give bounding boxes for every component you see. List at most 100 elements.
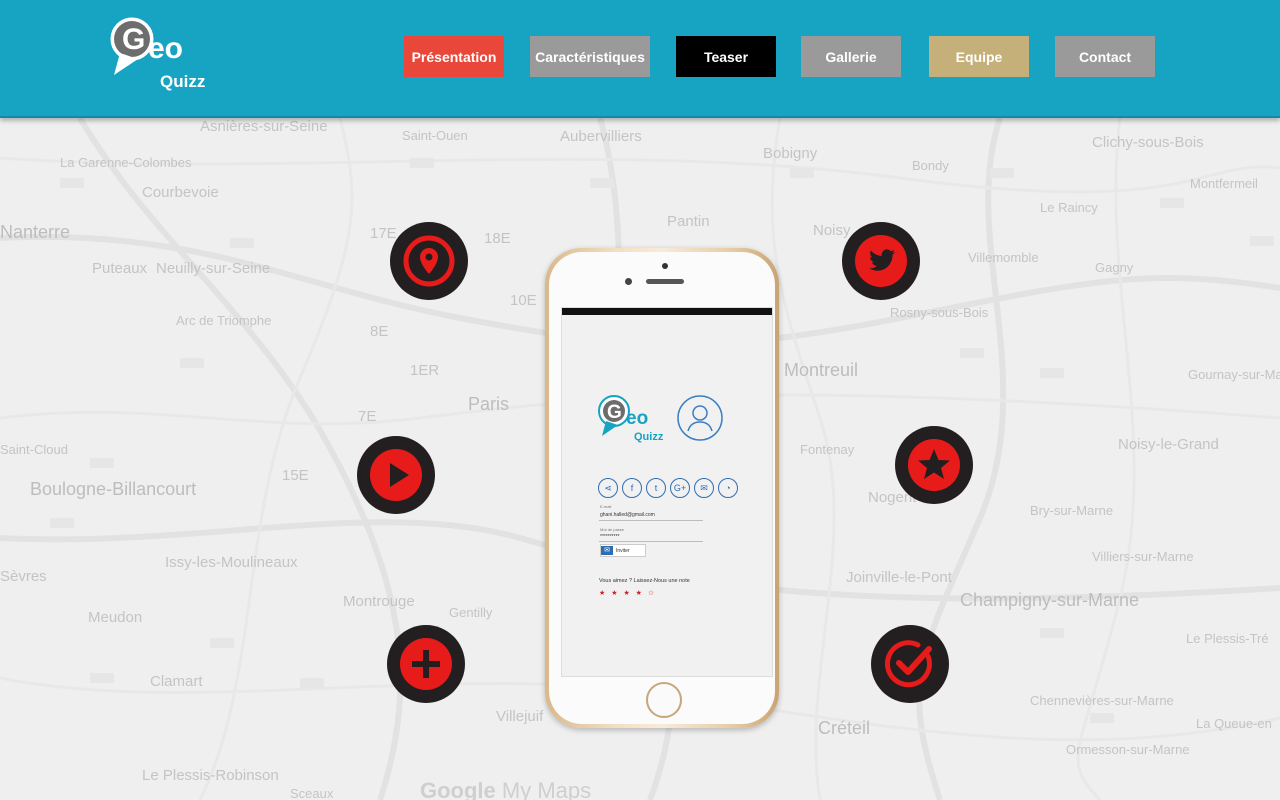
map-label: Villemomble bbox=[968, 250, 1039, 265]
map-label: Bondy bbox=[912, 158, 949, 173]
map-label: Le Plessis-Robinson bbox=[142, 767, 279, 784]
map-label: Noisy-le-Grand bbox=[1118, 436, 1219, 453]
plus-icon bbox=[400, 638, 452, 690]
map-label: Montreuil bbox=[784, 360, 859, 380]
google-wordmark: Google bbox=[420, 778, 496, 800]
phone-body: G eo Quizz ⋖ f t G+ ✉ ◔ E-mail ghani.hal… bbox=[549, 252, 775, 724]
map-label: Nanterre bbox=[0, 222, 71, 242]
map-label: Neuilly-sur-Seine bbox=[156, 260, 271, 277]
nav-caracteristiques-button[interactable]: Caractéristiques bbox=[530, 36, 650, 77]
phone-screen: G eo Quizz ⋖ f t G+ ✉ ◔ E-mail ghani.hal… bbox=[561, 307, 773, 677]
map-label: Joinville-le-Pont bbox=[846, 569, 952, 586]
map-label: 15E bbox=[282, 467, 309, 484]
map-label: Aubervilliers bbox=[560, 128, 642, 145]
map-label: Pantin bbox=[667, 213, 710, 230]
mail-icon[interactable]: ✉ bbox=[694, 478, 714, 498]
nav-contact-button[interactable]: Contact bbox=[1055, 36, 1155, 77]
map-label: Montfermeil bbox=[1190, 176, 1258, 191]
map-label: Bry-sur-Marne bbox=[1030, 503, 1114, 518]
user-avatar-icon[interactable] bbox=[676, 394, 724, 442]
map-label: Le Plessis-Tré bbox=[1186, 631, 1269, 646]
geoquizz-logo[interactable]: G eo Quizz bbox=[108, 13, 216, 95]
check-icon bbox=[885, 640, 932, 688]
phone-home-button[interactable] bbox=[646, 682, 682, 718]
nav-equipe-button[interactable]: Equipe bbox=[929, 36, 1029, 77]
password-field[interactable]: ********** bbox=[600, 534, 619, 540]
rating-stars[interactable]: ★ ★ ★ ★ ☆ bbox=[599, 589, 656, 597]
add-feature[interactable] bbox=[387, 625, 465, 703]
twitter-icon bbox=[855, 235, 907, 287]
map-label: Courbevoie bbox=[142, 184, 219, 201]
map-label: Paris bbox=[468, 394, 510, 414]
share-icon[interactable]: ⋖ bbox=[598, 478, 618, 498]
map-label: Puteaux bbox=[92, 260, 148, 277]
nav-presentation-button[interactable]: Présentation bbox=[404, 36, 504, 77]
map-label: Bobigny bbox=[763, 145, 818, 162]
validation-feature[interactable] bbox=[871, 625, 949, 703]
svg-text:Quizz: Quizz bbox=[160, 72, 205, 91]
map-label: Rosny-sous-Bois bbox=[890, 305, 989, 320]
map-label: Chennevières-sur-Marne bbox=[1030, 693, 1174, 708]
map-label: Saint-Ouen bbox=[402, 128, 468, 143]
map-label: 7E bbox=[358, 408, 377, 425]
password-underline bbox=[599, 541, 703, 542]
google-plus-icon[interactable]: G+ bbox=[670, 478, 690, 498]
invite-label: Inviter bbox=[616, 547, 630, 554]
map-label: Arc de Triomphe bbox=[176, 313, 272, 328]
twitter-icon[interactable]: t bbox=[646, 478, 666, 498]
map-label: Asnières-sur-Seine bbox=[200, 118, 328, 135]
map-label: 10E bbox=[510, 292, 537, 309]
map-label: Saint-Cloud bbox=[0, 442, 68, 457]
map-label: Clichy-sous-Bois bbox=[1092, 134, 1204, 151]
facebook-icon[interactable]: f bbox=[622, 478, 642, 498]
google-my-maps-attribution[interactable]: Google My Maps bbox=[420, 778, 591, 800]
android-status-bar bbox=[562, 308, 772, 315]
map-label: Gournay-sur-Marne bbox=[1188, 367, 1280, 382]
map-label: 1ER bbox=[410, 362, 440, 379]
nav-teaser-button[interactable]: Teaser bbox=[676, 36, 776, 77]
map-label: Champigny-sur-Marne bbox=[960, 590, 1140, 610]
invite-button[interactable]: ✉ Inviter bbox=[600, 544, 646, 557]
location-pin-icon bbox=[403, 235, 455, 287]
phone-mockup: G eo Quizz ⋖ f t G+ ✉ ◔ E-mail ghani.hal… bbox=[545, 248, 779, 728]
mail-icon: ✉ bbox=[601, 546, 613, 555]
email-label: E-mail bbox=[600, 504, 612, 509]
map-label: Villejuif bbox=[496, 708, 544, 725]
favorites-feature[interactable] bbox=[895, 426, 973, 504]
rss-icon[interactable]: ◔ bbox=[718, 478, 738, 498]
map-label: La Garenne-Colombes bbox=[60, 155, 192, 170]
svg-text:eo: eo bbox=[148, 32, 183, 65]
svg-text:Quizz: Quizz bbox=[634, 431, 664, 443]
nav-gallerie-button[interactable]: Gallerie bbox=[801, 36, 901, 77]
map-label: Meudon bbox=[88, 609, 143, 626]
map-label: Clamart bbox=[150, 673, 203, 690]
email-field[interactable]: ghani.halled@gmail.com bbox=[600, 512, 655, 518]
svg-text:G: G bbox=[607, 402, 622, 423]
my-maps-text: My Maps bbox=[495, 778, 592, 800]
phone-speaker bbox=[646, 279, 684, 284]
svg-text:G: G bbox=[122, 23, 145, 56]
map-label: Gagny bbox=[1095, 260, 1134, 275]
map-label: 17E bbox=[370, 225, 397, 242]
map-label: 18E bbox=[484, 230, 511, 247]
location-feature[interactable] bbox=[390, 222, 468, 300]
twitter-feature[interactable] bbox=[842, 222, 920, 300]
map-label: Issy-les-Moulineaux bbox=[165, 554, 298, 571]
map-label: Sceaux bbox=[290, 786, 334, 800]
star-icon bbox=[908, 439, 960, 491]
header: G eo Quizz Présentation Caractéristiques… bbox=[0, 0, 1280, 118]
video-feature[interactable] bbox=[357, 436, 435, 514]
map-label: La Queue-en bbox=[1196, 716, 1272, 731]
map-label: Gentilly bbox=[449, 605, 493, 620]
email-underline bbox=[599, 520, 703, 521]
map-label: Le Raincy bbox=[1040, 200, 1098, 215]
map-label: Fontenay bbox=[800, 442, 855, 457]
play-icon bbox=[370, 449, 422, 501]
map-label: Créteil bbox=[818, 718, 871, 738]
map-label: Ormesson-sur-Marne bbox=[1066, 742, 1190, 757]
map-label: Montrouge bbox=[343, 593, 415, 610]
share-buttons-row: ⋖ f t G+ ✉ ◔ bbox=[598, 478, 738, 498]
map-label: 8E bbox=[370, 323, 389, 340]
map-label: Noisy bbox=[813, 222, 851, 239]
rating-prompt: Vous aimez ? Laissez-Nous une note bbox=[599, 578, 690, 584]
